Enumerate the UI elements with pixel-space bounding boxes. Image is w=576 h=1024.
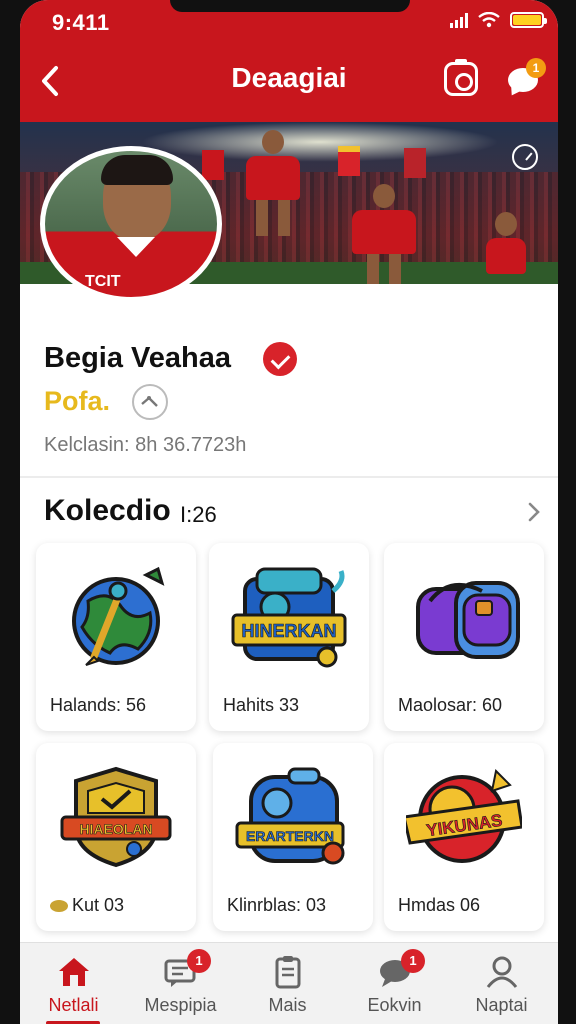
battery-icon bbox=[510, 12, 547, 28]
player-figure bbox=[246, 130, 300, 236]
avatar-shirt-text: TCIT bbox=[85, 273, 121, 290]
chevron-right-icon bbox=[528, 502, 540, 522]
backpack-badge-icon bbox=[416, 581, 520, 659]
nav-item-profile[interactable]: Naptai bbox=[448, 943, 555, 1024]
nav-item-home[interactable]: Netlali bbox=[20, 943, 127, 1024]
verified-icon[interactable] bbox=[263, 342, 297, 376]
wifi-icon bbox=[478, 12, 500, 28]
flag bbox=[202, 150, 224, 180]
nav-label: Eokvin bbox=[367, 995, 422, 1015]
section-divider bbox=[20, 476, 558, 478]
profile-name: Begia Veahaa bbox=[44, 342, 231, 374]
nav-badge: 1 bbox=[401, 949, 425, 973]
card-label: Hmdas 06 bbox=[398, 895, 481, 915]
badge-art-text: ERARTERKN bbox=[246, 828, 334, 844]
rank-info-icon[interactable] bbox=[132, 384, 168, 420]
coin-icon bbox=[50, 900, 68, 913]
player-figure bbox=[486, 212, 526, 274]
nav-item-messages[interactable]: 1 Mespipia bbox=[127, 943, 234, 1024]
profile-icon bbox=[486, 956, 518, 988]
nav-label: Mais bbox=[268, 995, 307, 1015]
clipboard-icon bbox=[275, 956, 301, 989]
status-icons bbox=[450, 12, 547, 28]
device-notch bbox=[170, 0, 410, 12]
chat-badge: 1 bbox=[526, 58, 546, 78]
bottom-nav: Netlali 1 Mespipia Mais 1 Eokvin Naptai bbox=[20, 942, 558, 1024]
status-time: 9:411 bbox=[52, 10, 110, 35]
app-screen: 9:411 Deaagiai 1 TCIT Begia Veahaa Pofa.… bbox=[20, 0, 558, 1024]
nav-item-chat[interactable]: 1 Eokvin bbox=[341, 943, 448, 1024]
collection-card[interactable]: ERARTERKN Klinrblas: 03 bbox=[213, 743, 373, 931]
collection-card[interactable]: Halands: 56 bbox=[36, 543, 196, 731]
signal-icon bbox=[450, 12, 468, 28]
hinerkan-badge-icon: HINERKAN bbox=[231, 567, 347, 668]
collection-card[interactable]: YIKUNAS Hmdas 06 bbox=[384, 743, 544, 931]
profile-subline: Kelclasin: 8h 36.7723h bbox=[44, 434, 247, 456]
card-label-text: Kut 03 bbox=[72, 895, 125, 915]
clock-icon[interactable] bbox=[512, 144, 538, 170]
badge-art-text: HIAEOLAN bbox=[79, 821, 152, 837]
card-label: Maolosar: 60 bbox=[398, 695, 503, 715]
whistle-icon bbox=[141, 396, 158, 407]
nav-badge: 1 bbox=[187, 949, 211, 973]
collection-card[interactable]: Maolosar: 60 bbox=[384, 543, 544, 731]
shield-badge-icon: HIAEOLAN bbox=[60, 766, 172, 868]
stadium-lights bbox=[140, 122, 500, 162]
card-label: Klinrblas: 03 bbox=[227, 895, 327, 915]
yikunas-badge-icon: YIKUNAS bbox=[406, 768, 522, 863]
nav-item-mais[interactable]: Mais bbox=[234, 943, 341, 1024]
nav-label: Mespipia bbox=[144, 995, 217, 1015]
nav-label: Naptai bbox=[475, 995, 528, 1015]
chat-button[interactable]: 1 bbox=[506, 58, 546, 94]
app-header: 9:411 Deaagiai 1 bbox=[20, 0, 558, 122]
flag bbox=[338, 146, 360, 176]
card-label: Kut 03 bbox=[50, 895, 124, 916]
collection-count: I:26 bbox=[180, 502, 217, 527]
globe-sword-badge-icon bbox=[72, 566, 165, 666]
collection-card[interactable]: HINERKAN Hahits 33 bbox=[209, 543, 369, 731]
camera-button[interactable] bbox=[444, 59, 478, 96]
card-label: Hahits 33 bbox=[223, 695, 300, 715]
profile-avatar[interactable]: TCIT bbox=[40, 146, 222, 302]
player-figure bbox=[352, 184, 416, 284]
home-icon bbox=[59, 958, 89, 986]
flag bbox=[404, 148, 426, 178]
profile-rank: Pofa. bbox=[44, 386, 111, 416]
card-label: Halands: 56 bbox=[50, 695, 147, 715]
collection-more-button[interactable] bbox=[522, 496, 546, 528]
nav-label: Netlali bbox=[48, 995, 99, 1015]
phone-frame: 9:411 Deaagiai 1 TCIT Begia Veahaa Pofa.… bbox=[0, 0, 576, 1024]
erarterkn-badge-icon: ERARTERKN bbox=[235, 767, 345, 865]
collection-card[interactable]: HIAEOLAN Kut 03 bbox=[36, 743, 196, 931]
badge-art-text: HINERKAN bbox=[241, 621, 336, 641]
collection-title: Kolecdio bbox=[44, 494, 171, 527]
